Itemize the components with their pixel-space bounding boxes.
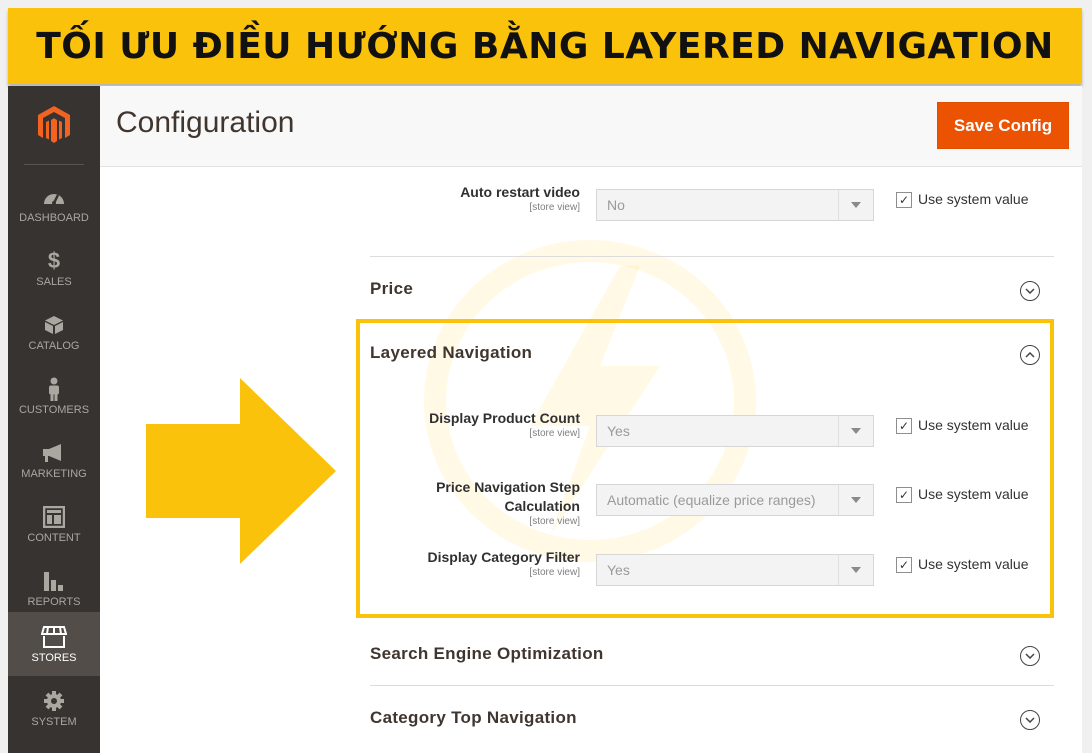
cube-icon [44,313,64,337]
page-header: Configuration Save Config [100,86,1082,167]
nav-label: STORES [31,651,77,664]
logo-divider [24,164,84,165]
nav-catalog[interactable]: CATALOG [8,300,100,364]
nav-label: CONTENT [27,531,81,544]
store-icon [41,625,67,649]
nav-customers[interactable]: CUSTOMERS [8,364,100,428]
auto-restart-use-system[interactable]: ✓ Use system value [896,189,1038,209]
layout-icon [43,505,65,529]
nav-content[interactable]: CONTENT [8,492,100,556]
auto-restart-select[interactable]: No [596,189,874,221]
nav-sales[interactable]: $ SALES [8,236,100,300]
nav-label: DASHBOARD [19,211,89,224]
nav-label: REPORTS [27,595,81,608]
gear-icon [43,689,65,713]
admin-sidebar: DASHBOARD $ SALES CATALOG CUSTOMERS MARK… [8,86,100,753]
expand-chevron-icon[interactable] [1020,281,1040,301]
section-divider [370,685,1054,686]
megaphone-icon [42,441,66,465]
section-seo-title[interactable]: Search Engine Optimization [370,644,604,664]
section-price-title[interactable]: Price [370,279,413,299]
highlight-frame [356,319,1054,618]
nav-label: SALES [36,275,72,288]
save-config-button[interactable]: Save Config [937,102,1069,149]
nav-stores[interactable]: STORES [8,612,100,676]
nav-dashboard[interactable]: DASHBOARD [8,172,100,236]
nav-reports[interactable]: REPORTS [8,556,100,620]
banner-title: TỐI ƯU ĐIỀU HƯỚNG BẰNG LAYERED NAVIGATIO… [36,25,1054,67]
page-title: Configuration [116,106,295,139]
checkbox-checked-icon[interactable]: ✓ [896,192,912,208]
person-icon [47,377,61,401]
expand-chevron-icon[interactable] [1020,710,1040,730]
nav-marketing[interactable]: MARKETING [8,428,100,492]
nav-label: SYSTEM [31,715,77,728]
nav-label: CUSTOMERS [18,403,90,416]
section-category-top-title[interactable]: Category Top Navigation [370,708,577,728]
dollar-icon: $ [47,247,61,273]
pointer-arrow-icon [146,378,336,564]
auto-restart-label: Auto restart video [store view] [460,184,580,213]
title-banner: TỐI ƯU ĐIỀU HƯỚNG BẰNG LAYERED NAVIGATIO… [8,8,1082,84]
nav-system[interactable]: SYSTEM [8,676,100,740]
section-divider [370,256,1054,257]
bar-chart-icon [43,569,65,593]
nav-label: MARKETING [21,467,87,480]
scope-label: [store view] [529,202,580,213]
expand-chevron-icon[interactable] [1020,646,1040,666]
magento-logo[interactable] [8,86,100,164]
chevron-down-icon [838,190,873,220]
nav-label: CATALOG [28,339,80,352]
magento-logo-icon [38,106,70,143]
dashboard-icon [43,185,65,209]
